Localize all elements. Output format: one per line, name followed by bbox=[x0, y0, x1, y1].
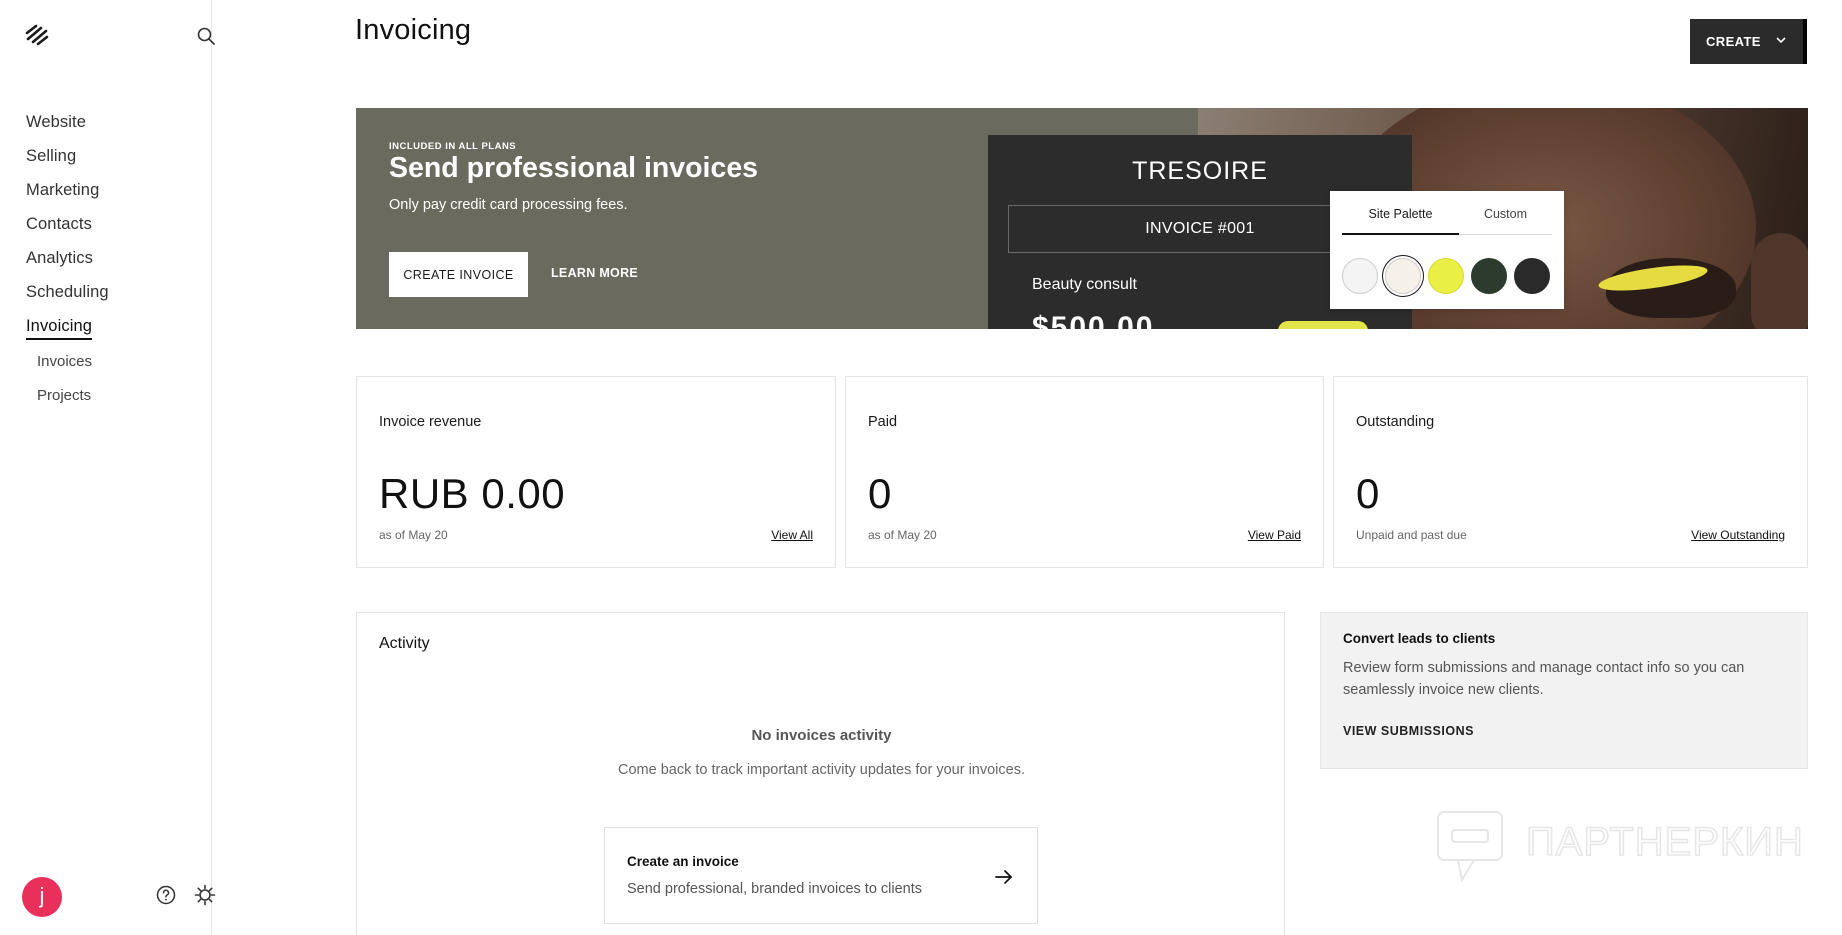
main-nav: Website Selling Marketing Contacts Analy… bbox=[26, 113, 109, 351]
subnav-item-projects[interactable]: Projects bbox=[37, 387, 92, 421]
leads-title: Convert leads to clients bbox=[1343, 631, 1496, 646]
nav-item-label: Marketing bbox=[26, 181, 100, 199]
stat-note: Unpaid and past due bbox=[1356, 528, 1467, 542]
leads-description: Review form submissions and manage conta… bbox=[1343, 660, 1745, 698]
color-swatch-selected bbox=[1385, 258, 1421, 294]
subnav-item-invoices[interactable]: Invoices bbox=[37, 353, 92, 387]
stat-label: Paid bbox=[868, 414, 898, 430]
activity-empty-title: No invoices activity bbox=[751, 727, 892, 744]
stat-card-revenue: Invoice revenue RUB 0.00 as of May 20 Vi… bbox=[356, 376, 836, 568]
invoice-amount: $500.00 bbox=[1032, 311, 1155, 329]
watermark: ПАРТНЕРКИН bbox=[1434, 808, 1808, 888]
invoice-brand: TRESOIRE bbox=[1132, 157, 1268, 185]
help-icon[interactable] bbox=[155, 884, 177, 906]
swatch-row bbox=[1342, 258, 1550, 294]
create-button-label: CREATE bbox=[1706, 34, 1761, 49]
subnav-item-label: Projects bbox=[37, 387, 92, 404]
palette-picker: Site Palette Custom bbox=[1330, 191, 1564, 309]
banner-photo-finger bbox=[1751, 233, 1808, 329]
nav-item-label: Scheduling bbox=[26, 283, 109, 301]
stat-card-paid: Paid 0 as of May 20 View Paid bbox=[845, 376, 1324, 568]
nav-item-scheduling[interactable]: Scheduling bbox=[26, 283, 109, 317]
banner-title: Send professional invoices bbox=[389, 152, 759, 184]
activity-empty-subtitle: Come back to track important activity up… bbox=[618, 762, 1025, 778]
subnav-item-label: Invoices bbox=[37, 353, 93, 370]
color-swatch bbox=[1428, 258, 1464, 294]
arrow-right-icon bbox=[995, 870, 1012, 884]
nav-item-website[interactable]: Website bbox=[26, 113, 109, 147]
nav-item-label: Selling bbox=[26, 147, 77, 165]
stat-label: Outstanding bbox=[1356, 414, 1435, 430]
squarespace-logo-icon[interactable] bbox=[24, 24, 50, 46]
watermark-text: ПАРТНЕРКИН bbox=[1525, 819, 1804, 865]
sidebar: Website Selling Marketing Contacts Analy… bbox=[0, 0, 216, 935]
promo-banner: INCLUDED IN ALL PLANS Send professional … bbox=[356, 108, 1808, 329]
view-outstanding-link[interactable]: View Outstanding bbox=[1691, 528, 1785, 542]
nav-item-label: Website bbox=[26, 113, 87, 131]
banner-eyebrow: INCLUDED IN ALL PLANS bbox=[389, 141, 517, 152]
nav-item-analytics[interactable]: Analytics bbox=[26, 249, 109, 283]
nav-item-contacts[interactable]: Contacts bbox=[26, 215, 109, 249]
stat-value: RUB 0.00 bbox=[379, 470, 566, 517]
stat-card-outstanding: Outstanding 0 Unpaid and past due View O… bbox=[1333, 376, 1808, 568]
tab-custom: Custom bbox=[1459, 205, 1552, 235]
invoice-status-pill bbox=[1278, 321, 1368, 329]
create-invoice-card-title: Create an invoice bbox=[627, 854, 739, 869]
create-button[interactable]: CREATE bbox=[1690, 19, 1807, 64]
stat-value: 0 bbox=[1356, 470, 1380, 517]
color-swatch bbox=[1514, 258, 1550, 294]
tab-site-palette: Site Palette bbox=[1342, 205, 1459, 235]
activity-panel: Activity No invoices activity Come back … bbox=[356, 612, 1285, 935]
create-invoice-card-subtitle: Send professional, branded invoices to c… bbox=[627, 881, 923, 897]
invoice-item: Beauty consult bbox=[1032, 276, 1137, 293]
stat-note: as of May 20 bbox=[868, 528, 937, 542]
stat-value: 0 bbox=[868, 470, 892, 517]
learn-more-link[interactable]: LEARN MORE bbox=[551, 266, 638, 280]
leads-panel: Convert leads to clients Review form sub… bbox=[1320, 612, 1808, 769]
create-invoice-button[interactable]: CREATE INVOICE bbox=[389, 252, 528, 297]
color-swatch bbox=[1471, 258, 1507, 294]
nav-item-label: Analytics bbox=[26, 249, 93, 267]
create-invoice-card[interactable]: Create an invoice Send professional, bra… bbox=[604, 827, 1038, 924]
stat-label: Invoice revenue bbox=[379, 414, 482, 430]
view-submissions-link[interactable]: VIEW SUBMISSIONS bbox=[1343, 724, 1474, 738]
gear-icon[interactable] bbox=[193, 883, 217, 907]
chevron-down-icon bbox=[1776, 37, 1786, 44]
chat-bubble-icon bbox=[1437, 811, 1503, 883]
nav-item-marketing[interactable]: Marketing bbox=[26, 181, 109, 215]
nav-item-selling[interactable]: Selling bbox=[26, 147, 109, 181]
view-all-link[interactable]: View All bbox=[771, 528, 813, 542]
avatar[interactable]: j bbox=[22, 877, 62, 917]
banner-subtitle: Only pay credit card processing fees. bbox=[389, 197, 628, 213]
page-title: Invoicing bbox=[355, 14, 472, 46]
color-swatch bbox=[1342, 258, 1378, 294]
nav-item-label: Contacts bbox=[26, 215, 92, 233]
nav-item-invoicing[interactable]: Invoicing bbox=[26, 317, 109, 351]
search-icon[interactable] bbox=[196, 26, 216, 46]
invoicing-subnav: Invoices Projects bbox=[37, 353, 92, 421]
nav-item-label: Invoicing bbox=[26, 317, 93, 340]
activity-title: Activity bbox=[379, 635, 430, 652]
stat-note: as of May 20 bbox=[379, 528, 448, 542]
view-paid-link[interactable]: View Paid bbox=[1248, 528, 1301, 542]
